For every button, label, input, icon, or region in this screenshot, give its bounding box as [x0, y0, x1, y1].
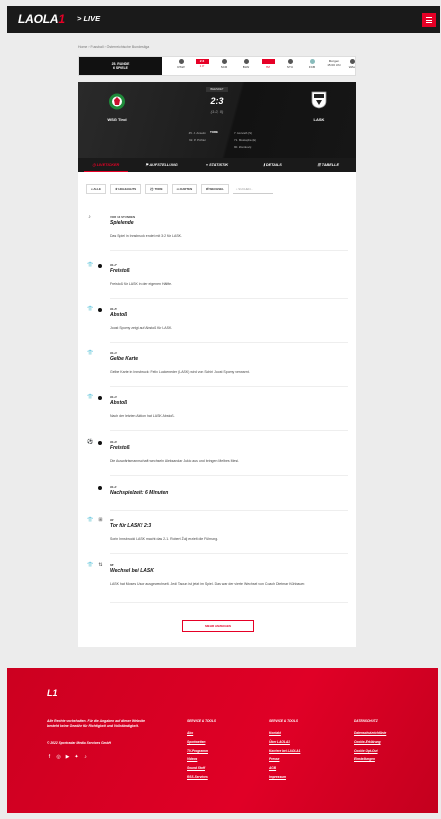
wsg-tirol-crest-icon[interactable] [108, 92, 126, 111]
match-score: 2:3 [210, 96, 224, 106]
strip-match[interactable]: FCB [305, 59, 319, 69]
breadcrumb-home[interactable]: Home [78, 45, 87, 49]
strip-match[interactable]: Morgen 15:00 Uhr [323, 59, 345, 67]
goal-net-icon: ⊞ [98, 517, 103, 523]
footer-link[interactable]: AGB [269, 764, 300, 773]
ball-icon: ⚽ [87, 439, 94, 445]
breadcrumb-league[interactable]: Österreichische Bundesliga [107, 45, 150, 49]
footer-link[interactable]: Über LAOLA1 [269, 738, 300, 747]
filter-goals-button[interactable]: ⚽ TORE [145, 184, 168, 194]
filter-substitutions-button[interactable]: ⇄ WECHSEL [201, 184, 229, 194]
strip-match[interactable]: SCR [217, 59, 231, 69]
home-goalscorers: 45. J. Anselm 92. P. Pichler [188, 131, 206, 142]
ball-dot-icon [98, 308, 102, 312]
shirt-icon: 👕 [87, 306, 94, 312]
laola1-logo[interactable]: LAOLA1 [18, 12, 65, 26]
lask-crest-icon[interactable] [310, 90, 328, 109]
tab-statistik[interactable]: ≡ STATISTIK [189, 158, 245, 172]
swap-icon: ⇅ [98, 562, 103, 568]
breadcrumb-football[interactable]: Fussball [90, 45, 103, 49]
footer-link[interactable]: Impressum [269, 773, 300, 782]
ball-dot-icon [98, 264, 102, 268]
shirt-icon: 👕 [87, 350, 94, 356]
footer-link[interactable]: Einstellungen [354, 755, 386, 764]
footer-link[interactable]: Kontakt [269, 729, 300, 738]
footer-copyright: © 2022 Sportradar Media Services GmbH [47, 741, 111, 745]
footer-link[interactable]: Presse [269, 755, 300, 764]
footer-link[interactable]: Videos [187, 755, 216, 764]
round-info[interactable]: 25. RUNDE 6 SPIELE [79, 57, 162, 75]
filter-highlights-button[interactable]: ★ HIGHLIGHTS [109, 184, 142, 194]
strip-match-live[interactable]: 2:3 1 P [195, 59, 209, 68]
shirt-icon: 👕 [87, 394, 94, 400]
shirt-icon: 👕 [87, 262, 94, 268]
facebook-icon[interactable]: f [47, 755, 52, 760]
strip-match-live[interactable]: HZ [261, 59, 275, 69]
strip-match[interactable]: WAL [345, 59, 355, 69]
footer-column-privacy: DATENSCHUTZ Datenschutzrichtlinie Cookie… [354, 719, 386, 764]
match-status-badge: BEENDET [206, 87, 228, 92]
social-links: f ◎ ▶ ✦ ♪ [47, 755, 88, 760]
filter-all-button[interactable]: ≡ ALLE [86, 184, 106, 194]
footer: L1 Alle Rechte vorbehalten. Für die Anga… [7, 668, 438, 813]
scoreboard: BEENDET 2:3 (1:2, 0) WSG Tirol LASK TORE… [78, 82, 356, 158]
youtube-icon[interactable]: ▶ [65, 755, 70, 760]
ticker-filters: ≡ ALLE ★ HIGHLIGHTS ⚽ TORE ▭ KARTEN ⇄ WE… [86, 184, 273, 194]
footer-link[interactable]: RSS-Services [187, 773, 216, 782]
match-tabs: ◷ LIVETICKER ⚑ AUFSTELLUNG ≡ STATISTIK ℹ… [78, 158, 356, 172]
footer-link[interactable]: Cookie-Erklärung [354, 738, 386, 747]
home-team-name[interactable]: WSG Tirol [97, 117, 137, 122]
goals-label: TORE [210, 130, 218, 134]
instagram-icon[interactable]: ◎ [56, 755, 61, 760]
footer-link[interactable]: Cookie Opt-Out [354, 747, 386, 756]
match-strip: 25. RUNDE 6 SPIELE RSW 2:3 1 P SCR BLW HZ… [78, 56, 356, 76]
footer-link[interactable]: Abo [187, 729, 216, 738]
footer-link[interactable]: Karriere bei LAOLA1 [269, 747, 300, 756]
footer-legal-text: Alle Rechte vorbehalten. Für die Angaben… [47, 719, 145, 728]
footer-column-service: SERVICE & TOOLS Abo Sportwetten TV-Progr… [187, 719, 216, 782]
footer-link[interactable]: Sound Stoff [187, 764, 216, 773]
strip-match[interactable]: STU [283, 59, 297, 69]
tab-tabelle[interactable]: ☰ TABELLE [300, 158, 356, 172]
ticker-search-input[interactable]: ⌕ SUCHEN... [232, 184, 273, 194]
tab-aufstellung[interactable]: ⚑ AUFSTELLUNG [134, 158, 190, 172]
breadcrumb: Home › Fussball › Österreichische Bundes… [78, 45, 150, 49]
away-goalscorers: 7. Horvath (S) 71. Mustapha (E) 90. Zren… [234, 131, 257, 149]
filter-cards-button[interactable]: ▭ KARTEN [171, 184, 198, 194]
ball-dot-icon [98, 441, 102, 445]
shirt-icon: 👕 [87, 562, 94, 568]
hamburger-menu-icon[interactable] [422, 13, 436, 27]
away-team-name[interactable]: LASK [299, 117, 339, 122]
shirt-icon: 👕 [87, 517, 94, 523]
strip-match[interactable]: RSW [174, 59, 188, 69]
tab-details[interactable]: ℹ DETAILS [245, 158, 301, 172]
liveticker-card: ≡ ALLE ★ HIGHLIGHTS ⚽ TORE ▭ KARTEN ⇄ WE… [78, 172, 356, 647]
footer-link[interactable]: Sportwetten [187, 738, 216, 747]
section-live-link[interactable]: > LIVE [77, 14, 100, 23]
footer-link[interactable]: Datenschutzrichtlinie [354, 729, 386, 738]
halftime-score: (1:2, 0) [210, 109, 224, 114]
ball-dot-icon [98, 396, 102, 400]
tiktok-icon[interactable]: ♪ [83, 755, 88, 760]
whistle-icon: ♪ [88, 214, 91, 220]
top-navbar: LAOLA1 > LIVE [7, 6, 440, 33]
strip-match[interactable]: BLW [239, 59, 253, 69]
show-more-button[interactable]: MEHR ANZEIGEN [182, 620, 254, 632]
footer-link[interactable]: TV-Programm [187, 747, 216, 756]
twitter-icon[interactable]: ✦ [74, 755, 79, 760]
footer-logo[interactable]: L1 [47, 688, 58, 698]
footer-column-company: SERVICE & TOOLS Kontakt Über LAOLA1 Karr… [269, 719, 300, 782]
ball-dot-icon [98, 486, 102, 490]
tab-liveticker[interactable]: ◷ LIVETICKER [78, 158, 134, 172]
